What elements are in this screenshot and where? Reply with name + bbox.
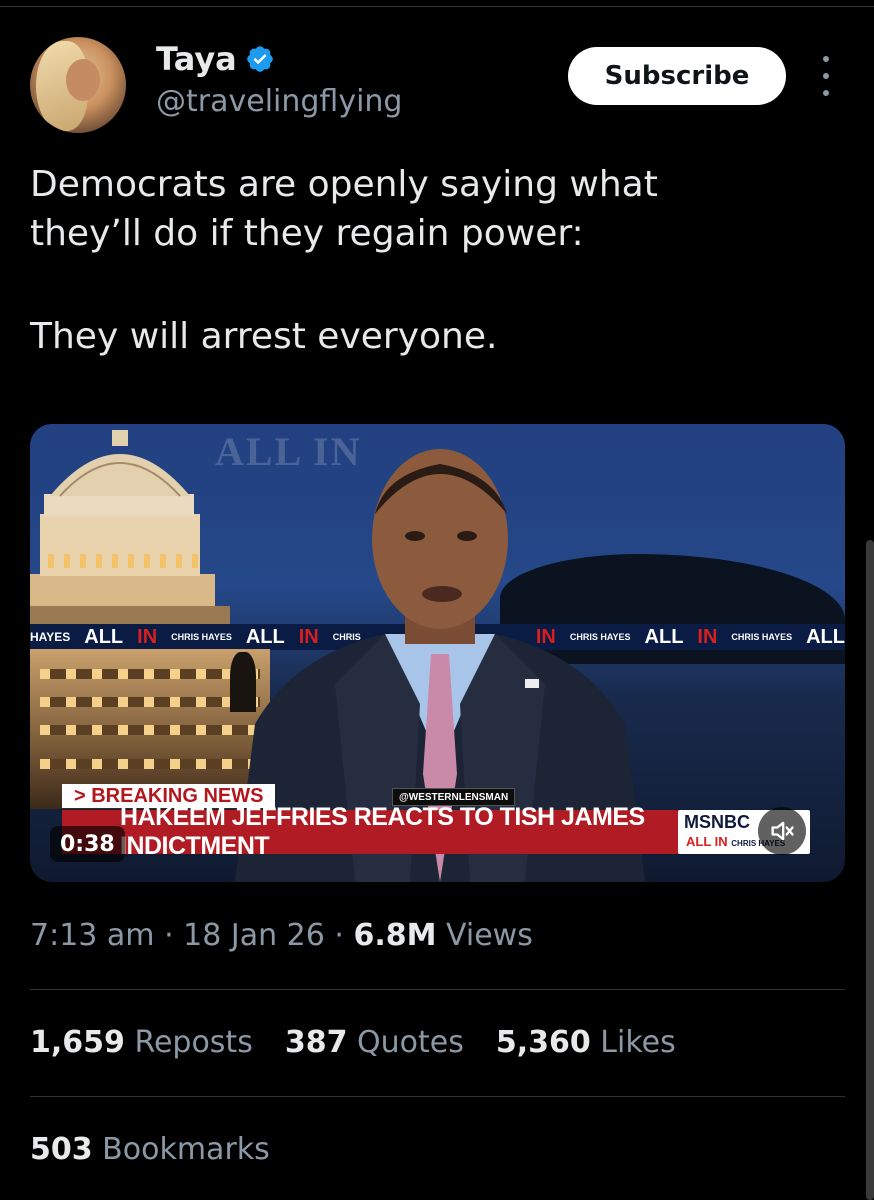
ticker-text: IN: [697, 625, 718, 648]
video-headline: HAKEEM JEFFRIES REACTS TO TISH JAMES IND…: [62, 803, 682, 860]
bookmarks-stat[interactable]: 503 Bookmarks: [30, 1132, 270, 1167]
tweet-date[interactable]: 18 Jan 26: [183, 918, 325, 953]
tweet-text: Democrats are openly saying what they’ll…: [30, 160, 830, 361]
ticker-text: ALL: [806, 625, 845, 648]
ticker-text: CHRIS HAYES: [171, 632, 232, 642]
divider: [30, 989, 845, 990]
avatar[interactable]: [30, 37, 126, 133]
speaker-muted-icon: [771, 821, 794, 841]
tweet-line: they’ll do if they regain power:: [30, 213, 584, 254]
author-name[interactable]: Taya: [156, 40, 237, 78]
video-player[interactable]: ALL IN HAYES ALL IN CHRIS HAYES ALL IN C…: [30, 424, 845, 882]
mute-button[interactable]: [758, 807, 806, 855]
meta-separator: ·: [164, 918, 174, 953]
meta-separator: ·: [334, 918, 344, 953]
quotes-stat[interactable]: 387 Quotes: [285, 1025, 464, 1060]
tweet-time[interactable]: 7:13 am: [30, 918, 155, 953]
views-count: 6.8M: [353, 918, 437, 953]
video-duration: 0:38: [50, 826, 125, 862]
more-dot: [823, 73, 829, 79]
tweet-line: They will arrest everyone.: [30, 316, 498, 357]
ticker-text: IN: [137, 625, 158, 648]
more-dot: [823, 56, 829, 62]
ticker-text: HAYES: [30, 630, 71, 644]
tweet-line: Democrats are openly saying what: [30, 164, 658, 205]
reposts-stat[interactable]: 1,659 Reposts: [30, 1025, 253, 1060]
bookmarks-count: 503: [30, 1132, 93, 1167]
avatar-face: [66, 59, 100, 101]
verified-badge-icon: [246, 46, 273, 72]
scrollbar[interactable]: [866, 540, 874, 1200]
likes-stat[interactable]: 5,360 Likes: [496, 1025, 676, 1060]
ticker-text: ALL: [644, 625, 684, 648]
ticker-text: CHRIS HAYES: [731, 632, 793, 642]
top-divider: [0, 6, 874, 7]
capitol-dome-image: [30, 430, 230, 624]
engagement-stats: 1,659 Reposts 387 Quotes 5,360 Likes: [30, 1025, 676, 1060]
bookmarks-label: Bookmarks: [102, 1132, 270, 1167]
ticker-text: ALL: [84, 625, 124, 648]
author-name-row[interactable]: Taya: [156, 40, 275, 78]
views-label: Views: [446, 918, 533, 953]
more-options-icon[interactable]: [814, 56, 838, 96]
more-dot: [823, 90, 829, 96]
tweet-meta: 7:13 am · 18 Jan 26 · 6.8M Views: [30, 918, 533, 953]
divider: [30, 1096, 845, 1097]
author-handle[interactable]: @travelingflying: [156, 84, 402, 119]
network-name: MSNBC: [684, 812, 750, 832]
subscribe-button[interactable]: Subscribe: [568, 47, 786, 105]
